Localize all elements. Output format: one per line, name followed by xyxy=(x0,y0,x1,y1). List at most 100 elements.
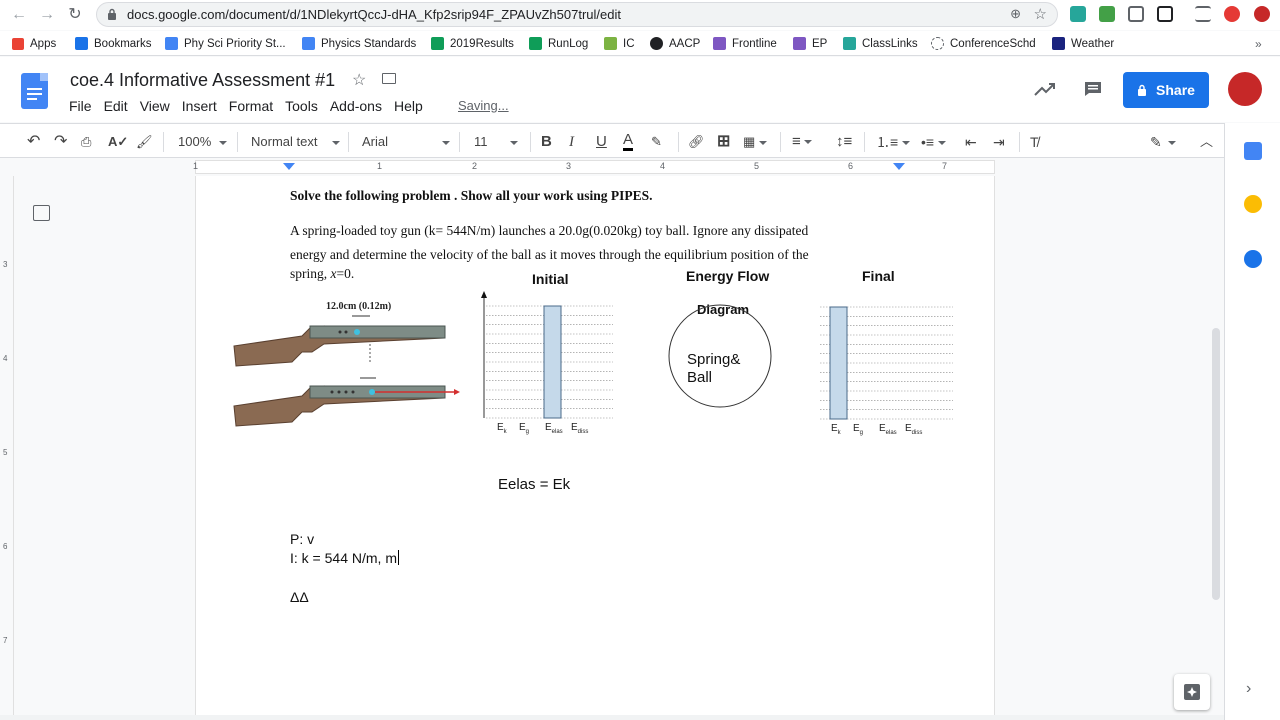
bookmark-classlinks[interactable]: ClassLinks xyxy=(843,35,918,52)
formatting-toolbar: ↶ ↷ ⎙ A✓ 🖌︎ 100% Normal text Arial 11 B … xyxy=(0,123,1224,158)
pipes-i-line[interactable]: I: k = 544 N/m, m xyxy=(290,550,399,566)
clear-formatting-icon[interactable]: T̸ xyxy=(1030,131,1039,153)
menu-view[interactable]: View xyxy=(140,98,170,114)
save-status[interactable]: Saving... xyxy=(458,98,509,113)
playlist-icon[interactable] xyxy=(1195,6,1211,22)
star-icon[interactable]: ☆ xyxy=(352,70,366,90)
numbered-list-icon[interactable]: ⒈≡ xyxy=(876,131,911,153)
editing-mode-icon[interactable]: ✎ xyxy=(1150,131,1176,153)
docs-logo-icon[interactable] xyxy=(21,73,48,109)
weather-icon xyxy=(1052,37,1065,50)
font-size-select[interactable]: 11 xyxy=(474,131,518,153)
bookmark-weather[interactable]: Weather xyxy=(1052,35,1114,52)
activity-dashboard-icon[interactable] xyxy=(1034,81,1056,97)
text-span: spring, xyxy=(290,266,331,281)
address-bar[interactable]: docs.google.com/document/d/1NDlekyrtQccJ… xyxy=(96,2,1058,27)
bookmark-conferenceschd[interactable]: ConferenceSchd xyxy=(931,35,1036,52)
bookmark-frontline[interactable]: Frontline xyxy=(713,35,777,52)
bookmark-ep[interactable]: EP xyxy=(793,35,827,52)
paint-format-icon[interactable]: 🖌︎ xyxy=(136,131,153,153)
zoom-select[interactable]: 100% xyxy=(178,131,228,153)
bookmark-phy-sci[interactable]: Phy Sci Priority St... xyxy=(165,35,286,52)
bar-label-subscript: g xyxy=(860,430,863,436)
extension-red-icon[interactable] xyxy=(1224,6,1240,22)
bookmark-runlog[interactable]: RunLog xyxy=(529,35,588,52)
bookmark-apps[interactable]: Apps xyxy=(12,35,56,52)
undo-icon[interactable]: ↶ xyxy=(27,131,40,153)
increase-indent-icon[interactable]: ⇥ xyxy=(993,131,1005,153)
tasks-icon[interactable] xyxy=(1244,250,1262,268)
calendar-icon[interactable] xyxy=(1244,142,1262,160)
print-icon[interactable]: ⎙ xyxy=(81,131,91,153)
explore-icon xyxy=(1184,684,1200,700)
bulleted-list-icon[interactable]: •≡ xyxy=(921,131,947,153)
bars xyxy=(543,305,562,419)
vertical-scrollbar[interactable] xyxy=(1212,328,1220,600)
ruler-number: 3 xyxy=(3,260,8,269)
share-button[interactable]: Share xyxy=(1123,72,1209,108)
profile-avatar-icon[interactable] xyxy=(1254,6,1270,22)
line-spacing-icon[interactable]: ↕≡ xyxy=(836,131,852,153)
bookmark-physics-standards[interactable]: Physics Standards xyxy=(302,35,416,52)
move-folder-icon[interactable] xyxy=(382,73,396,84)
ruler-number: 1 xyxy=(193,161,199,171)
font-select[interactable]: Arial xyxy=(362,131,451,153)
style-select[interactable]: Normal text xyxy=(251,131,341,153)
menu-tools[interactable]: Tools xyxy=(285,98,318,114)
menu-edit[interactable]: Edit xyxy=(104,98,128,114)
menu-format[interactable]: Format xyxy=(229,98,273,114)
zoom-icon[interactable]: ⊕ xyxy=(1010,6,1021,22)
bookmark-star-icon[interactable]: ☆ xyxy=(1034,5,1047,23)
bar-label-subscript: diss xyxy=(912,430,923,436)
decrease-indent-icon[interactable]: ⇤ xyxy=(965,131,977,153)
extension-badge-icon[interactable] xyxy=(1099,6,1115,22)
menu-insert[interactable]: Insert xyxy=(182,98,217,114)
document-outline-icon[interactable] xyxy=(33,205,50,221)
spellcheck-icon[interactable]: A✓ xyxy=(108,131,128,153)
collapse-toolbar-icon[interactable]: ︿ xyxy=(1200,131,1213,153)
menu-addons[interactable]: Add-ons xyxy=(330,98,382,114)
text-span: I: k = 544 N/m, m xyxy=(290,550,397,566)
text-color-icon[interactable]: A xyxy=(623,131,634,151)
toolbar-divider xyxy=(237,132,238,152)
document-title[interactable]: coe.4 Informative Assessment #1 xyxy=(70,70,335,91)
right-indent-marker-icon[interactable] xyxy=(893,163,905,171)
bookmark-bookmarks[interactable]: Bookmarks xyxy=(75,35,152,52)
horizontal-scrollbar[interactable] xyxy=(0,715,1224,720)
extension-grid-icon[interactable] xyxy=(1157,6,1173,22)
insert-image-icon[interactable]: ▦ xyxy=(743,131,768,153)
redo-icon[interactable]: ↷ xyxy=(54,131,67,153)
toolbar-divider xyxy=(864,132,865,152)
forward-icon[interactable]: → xyxy=(36,4,58,26)
account-avatar[interactable] xyxy=(1228,72,1262,106)
style-value: Normal text xyxy=(251,134,318,149)
s-icon xyxy=(650,37,663,50)
highlight-icon[interactable]: ✎ xyxy=(651,131,662,153)
bold-icon[interactable]: B xyxy=(541,131,552,153)
add-comment-icon[interactable]: ⊞ xyxy=(717,131,730,153)
menu-help[interactable]: Help xyxy=(394,98,423,114)
bar-label-subscript: k xyxy=(838,430,842,436)
align-icon[interactable]: ≡ xyxy=(792,131,812,153)
comment-history-icon[interactable] xyxy=(1084,81,1102,97)
chevron-down-icon xyxy=(902,141,911,146)
extension-cast-icon[interactable] xyxy=(1128,6,1144,22)
italic-icon[interactable]: I xyxy=(569,131,574,153)
system-label-line: Ball xyxy=(687,369,713,386)
ep-icon xyxy=(793,37,806,50)
back-icon[interactable]: ← xyxy=(8,4,30,26)
bookmark-2019results[interactable]: 2019Results xyxy=(431,35,514,52)
reload-icon[interactable]: ↻ xyxy=(64,4,86,26)
explore-button[interactable] xyxy=(1174,674,1210,710)
expand-side-panel-icon[interactable]: › xyxy=(1246,680,1251,698)
document-page[interactable]: Solve the following problem . Show all y… xyxy=(195,176,995,720)
left-indent-marker-icon[interactable] xyxy=(283,163,295,171)
bookmark-ic[interactable]: IC xyxy=(604,35,635,52)
extension-cloud-icon[interactable] xyxy=(1070,6,1086,22)
menu-file[interactable]: File xyxy=(69,98,92,114)
bookmark-aacp[interactable]: AACP xyxy=(650,35,700,52)
insert-link-icon[interactable]: 🔗︎ xyxy=(688,131,705,153)
keep-icon[interactable] xyxy=(1244,195,1262,213)
underline-icon[interactable]: U xyxy=(596,131,607,153)
bookmarks-overflow-icon[interactable]: » xyxy=(1255,35,1262,52)
